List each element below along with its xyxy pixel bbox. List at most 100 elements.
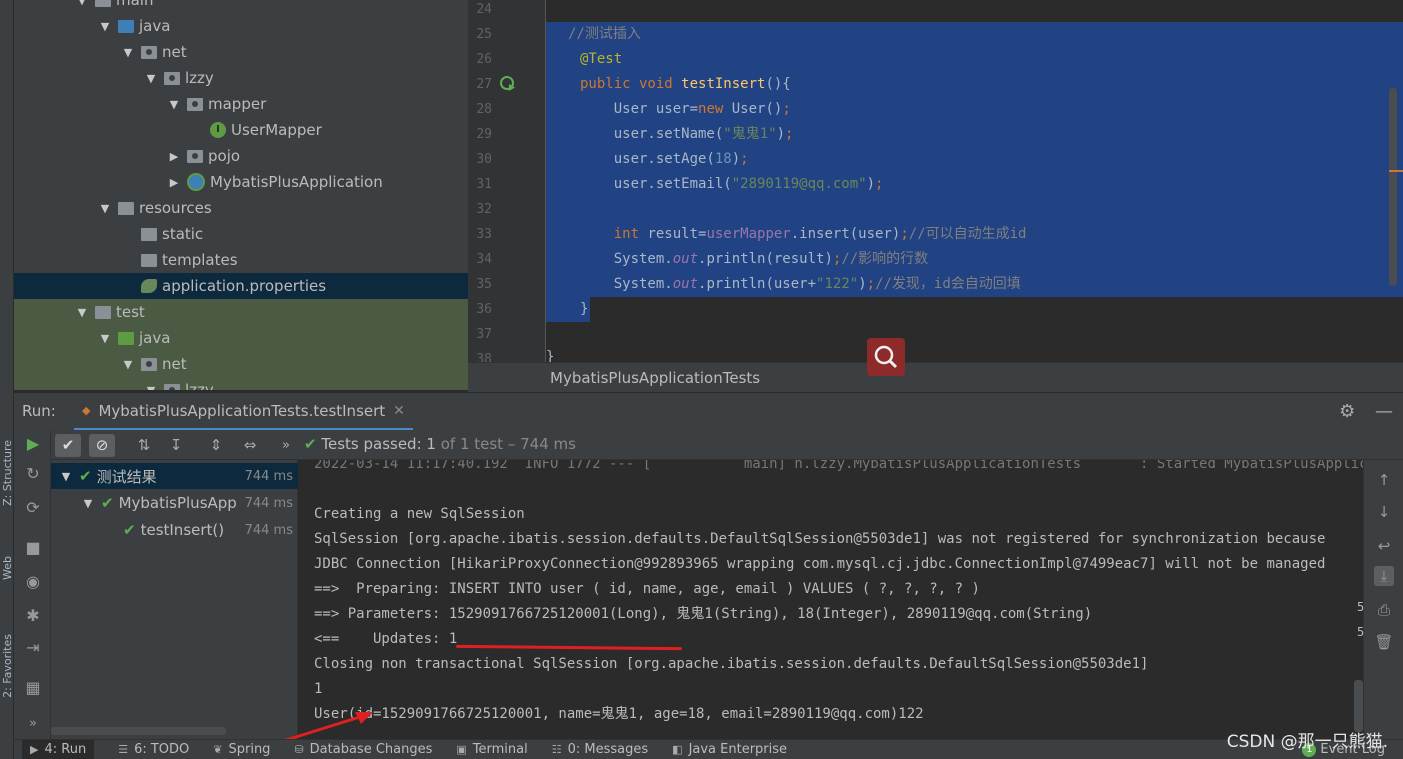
search-icon[interactable]: [867, 338, 905, 376]
tree-item-lzzy[interactable]: ▼ lzzy: [14, 65, 468, 91]
soft-wrap-icon[interactable]: ↩: [1374, 536, 1394, 556]
gear-icon[interactable]: ⚙: [1339, 401, 1355, 422]
camera-icon[interactable]: ◉: [23, 572, 43, 592]
tree-item-usermapper[interactable]: I UserMapper: [14, 117, 468, 143]
chevron-down-icon[interactable]: ▼: [121, 46, 135, 59]
bottom-tab-java-enterprise[interactable]: ◧ Java Enterprise: [672, 742, 787, 757]
tree-item-lzzy[interactable]: ▼ lzzy: [14, 377, 468, 390]
show-ignored-icon[interactable]: ⊘: [89, 434, 115, 457]
settings-icon[interactable]: ✱: [23, 606, 43, 626]
bottom-tab-terminal[interactable]: ▣ Terminal: [456, 742, 527, 757]
stop-icon[interactable]: ■: [23, 538, 43, 558]
bottom-tab-spring[interactable]: ❦ Spring: [213, 742, 270, 757]
tree-item-net[interactable]: ▼ net: [14, 351, 468, 377]
up-arrow-icon[interactable]: ↑: [1374, 470, 1394, 490]
structure-tool-label[interactable]: Z: Structure: [1, 440, 14, 506]
run-test-icon[interactable]: [500, 76, 516, 92]
line-number: 28: [476, 102, 492, 117]
tree-item-label: test: [116, 303, 145, 321]
pkg-icon: [141, 45, 157, 59]
chevron-down-icon[interactable]: ▼: [81, 497, 95, 510]
trash-icon[interactable]: 🗑: [1374, 632, 1394, 652]
bottom-tab-0-messages[interactable]: ☷ 0: Messages: [552, 742, 648, 757]
tree-item-java[interactable]: ▼ java: [14, 325, 468, 351]
rerun-failed-icon[interactable]: ↻: [23, 464, 43, 484]
expand-all-icon[interactable]: ⇕: [203, 434, 229, 457]
tool-window-icon: ▣: [456, 743, 467, 756]
bottom-tab-label: 4: Run: [44, 742, 87, 757]
tree-horizontal-scrollbar[interactable]: [51, 727, 226, 735]
test-result-label: testInsert(): [140, 521, 225, 539]
sort-alpha-icon[interactable]: ⇅: [131, 434, 157, 457]
warning-marker[interactable]: [1389, 170, 1403, 172]
tree-item-mapper[interactable]: ▼ mapper: [14, 91, 468, 117]
exit-icon[interactable]: ⇥: [23, 638, 43, 658]
chevron-down-icon[interactable]: ▼: [121, 358, 135, 371]
editor-scrollbar[interactable]: [1389, 88, 1397, 286]
collapse-all-icon[interactable]: ⇔: [237, 434, 263, 457]
bottom-tab-6-todo[interactable]: ☰ 6: TODO: [118, 742, 189, 757]
test-result-row[interactable]: ✔ testInsert() 744 ms: [51, 517, 298, 543]
breadcrumb[interactable]: MybatisPlusApplicationTests: [550, 369, 760, 387]
test-result-row[interactable]: ▼ ✔ MybatisPlusApp 744 ms: [51, 490, 298, 516]
rerun-icon[interactable]: ▶: [23, 434, 43, 454]
chevron-right-icon[interactable]: ▶: [167, 150, 181, 163]
chevron-down-icon[interactable]: ▼: [75, 0, 89, 7]
bottom-tab-label: 0: Messages: [567, 742, 649, 757]
chevron-down-icon[interactable]: ▼: [144, 72, 158, 85]
down-arrow-icon[interactable]: ↓: [1374, 502, 1394, 522]
tree-item-net[interactable]: ▼ net: [14, 39, 468, 65]
chevron-down-icon[interactable]: ▼: [98, 20, 112, 33]
web-tool-label[interactable]: Web: [1, 556, 14, 580]
tree-item-pojo[interactable]: ▶ pojo: [14, 143, 468, 169]
tree-item-mybatisplusapplication[interactable]: ▶ MybatisPlusApplication: [14, 169, 468, 195]
chevron-right-icon[interactable]: ▶: [167, 176, 181, 189]
tree-item-java[interactable]: ▼ java: [14, 13, 468, 39]
favorites-tool-label[interactable]: 2: Favorites: [1, 634, 14, 698]
test-duration: 744 ms: [244, 468, 293, 484]
toolbar-more-icon[interactable]: »: [273, 434, 299, 457]
tree-item-label: mapper: [208, 95, 267, 113]
more-icon[interactable]: »: [23, 714, 43, 734]
chevron-down-icon[interactable]: ▼: [167, 98, 181, 111]
line-number: 30: [476, 152, 492, 167]
tree-item-resources[interactable]: ▼ resources: [14, 195, 468, 221]
chevron-down-icon[interactable]: ▼: [75, 306, 89, 319]
toggle-auto-test-icon[interactable]: ⟳: [23, 498, 43, 518]
chevron-down-icon[interactable]: ▼: [98, 202, 112, 215]
tree-item-templates[interactable]: templates: [14, 247, 468, 273]
tree-item-static[interactable]: static: [14, 221, 468, 247]
chevron-down-icon[interactable]: ▼: [59, 470, 73, 483]
line-number: 27: [476, 77, 492, 92]
tree-item-label: java: [139, 17, 171, 35]
chevron-down-icon[interactable]: ▼: [144, 384, 158, 391]
show-passed-icon[interactable]: ✔: [55, 434, 81, 457]
scroll-to-end-icon[interactable]: ⤓: [1374, 566, 1394, 586]
code-editor[interactable]: 24 25 26 27 28 29 30 31 32 33 34 35 36 37 38 //测试插入 @T…: [468, 0, 1403, 362]
minimize-icon[interactable]: —: [1375, 401, 1393, 422]
tree-item-application-properties[interactable]: application.properties: [14, 273, 468, 299]
sort-duration-icon[interactable]: ↧: [163, 434, 189, 457]
tree-item-main[interactable]: ▼ main: [14, 0, 468, 13]
console-output[interactable]: 2022-03-14 11:17:40.192 INFO 1772 --- [ …: [298, 460, 1363, 739]
line-number: 33: [476, 227, 492, 242]
run-config-tab[interactable]: ◆ MybatisPlusApplicationTests.testInsert…: [74, 393, 413, 431]
test-result-row[interactable]: ▼ ✔ 测试结果 744 ms: [51, 463, 298, 489]
print-icon[interactable]: ⎙: [1374, 600, 1394, 620]
console-line: Closing non transactional SqlSession [or…: [314, 656, 1149, 672]
layout-icon[interactable]: ▦: [23, 678, 43, 698]
tree-item-label: main: [116, 0, 154, 9]
folder-green-icon: [118, 331, 134, 345]
bottom-tab-4-run[interactable]: ▶ 4: Run: [22, 739, 95, 759]
close-icon[interactable]: ✕: [393, 403, 405, 419]
chevron-down-icon[interactable]: ▼: [98, 332, 112, 345]
bottom-tab-database-changes[interactable]: ⛁ Database Changes: [294, 742, 432, 757]
test-toolbar: ✔ ⊘ ⇅ ↧ ⇕ ⇔ » ✔ Tests passed: 1 of 1 tes…: [51, 430, 1403, 460]
line-number: 29: [476, 127, 492, 142]
tests-passed-detail: of 1 test – 744 ms: [435, 435, 576, 453]
code-line-29: user.setName("鬼鬼1");: [580, 126, 794, 142]
bottom-tab-label: Java Enterprise: [688, 742, 788, 757]
code-line-27: public void testInsert(){: [580, 76, 791, 92]
console-scrollbar[interactable]: [1354, 680, 1363, 732]
tree-item-test[interactable]: ▼ test: [14, 299, 468, 325]
